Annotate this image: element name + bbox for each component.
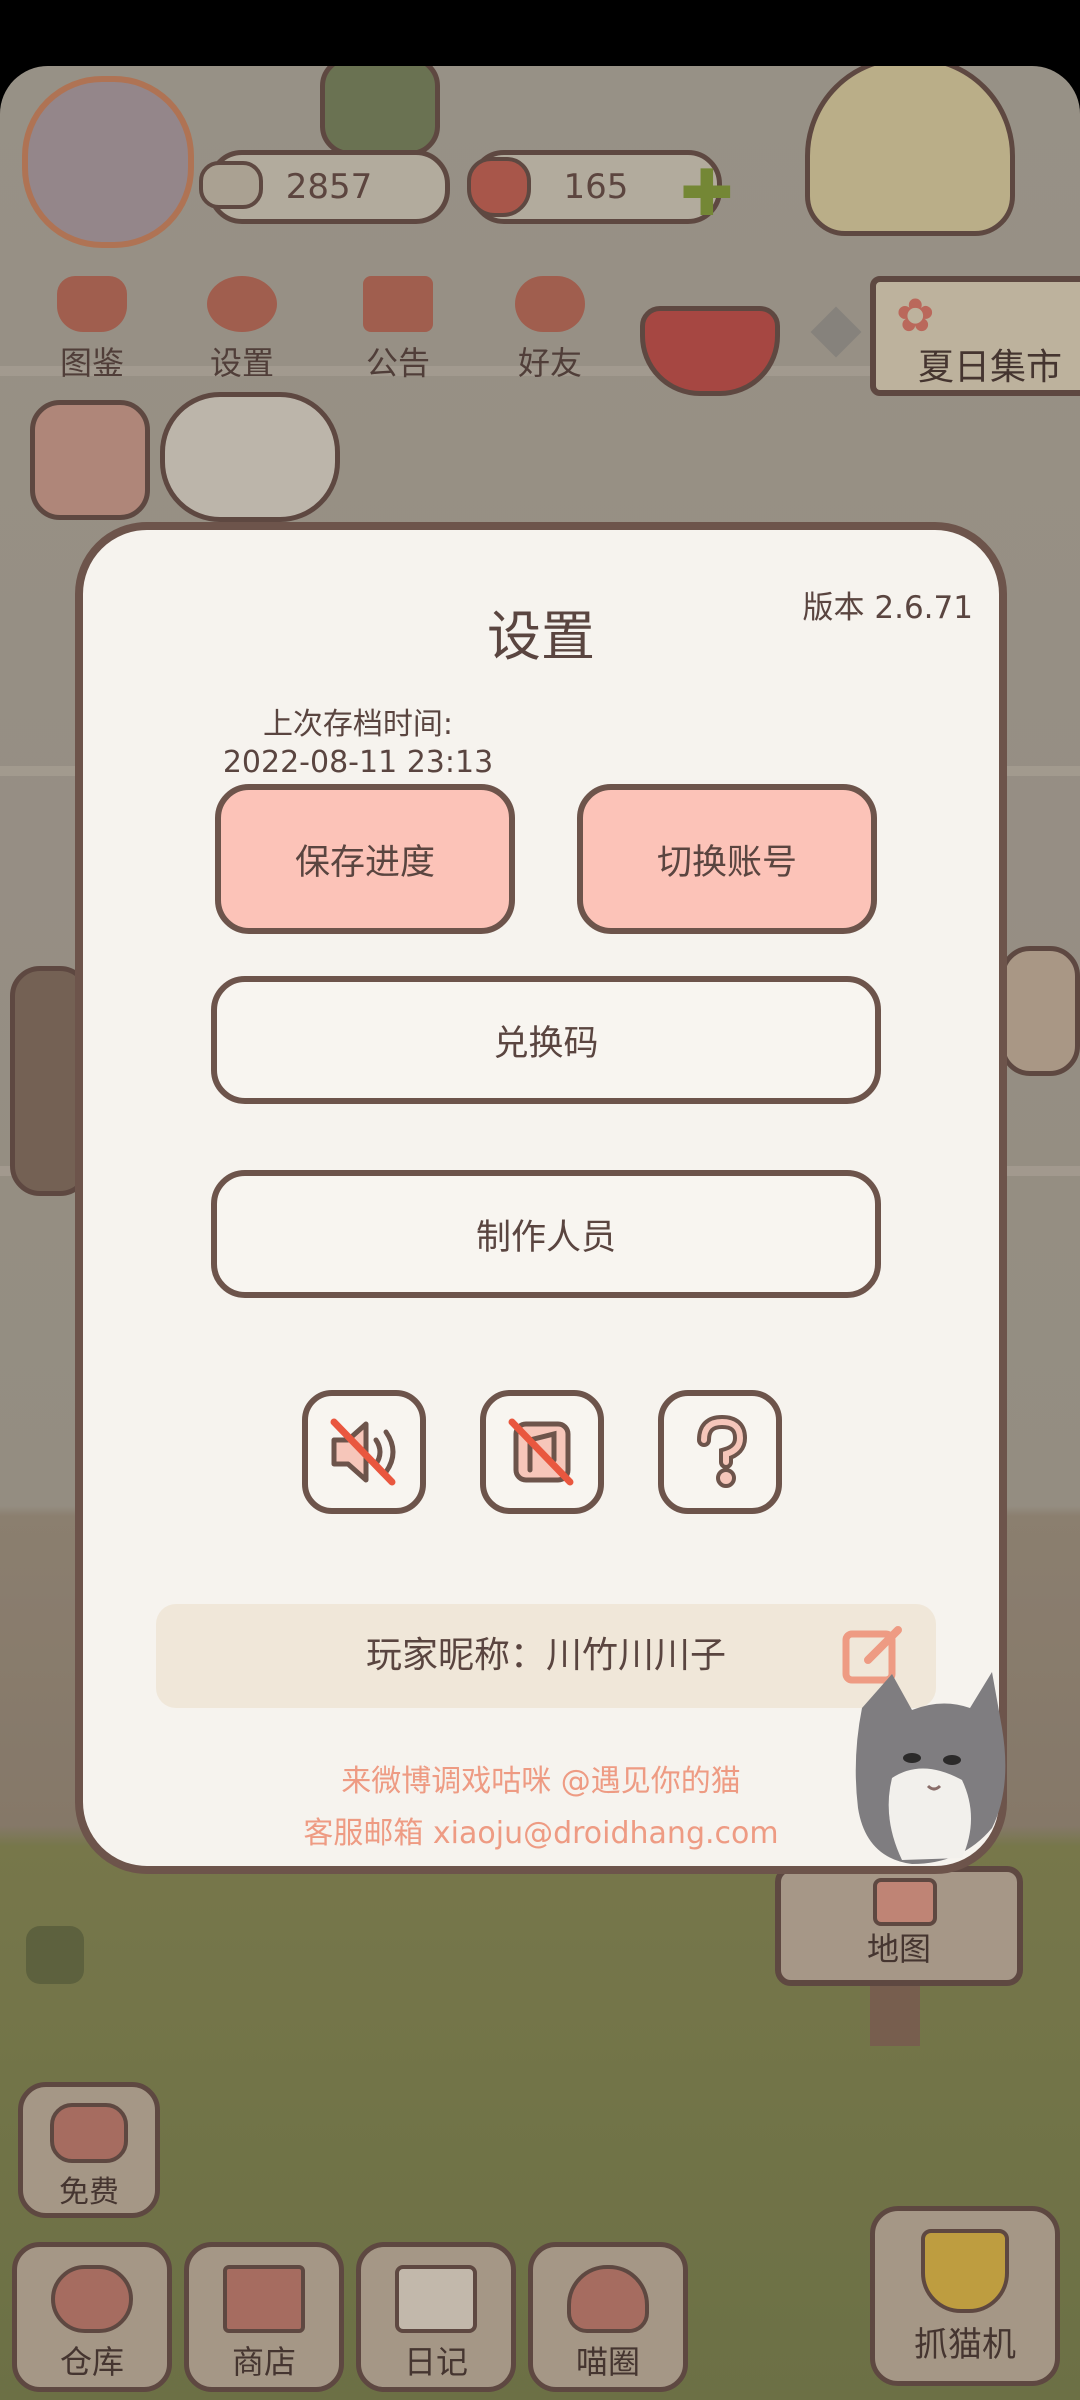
credits-button[interactable]: 制作人员 <box>211 1170 881 1298</box>
nickname-row: 玩家昵称：川竹川川子 <box>156 1604 936 1708</box>
question-mark-icon <box>697 1414 748 1488</box>
last-save-label: 上次存档时间: <box>262 707 454 742</box>
switch-account-button[interactable]: 切换账号 <box>577 784 877 934</box>
cat-photo-sticker <box>855 1672 1006 1864</box>
sound-muted-icon <box>330 1418 396 1486</box>
credits-label: 制作人员 <box>475 1217 616 1258</box>
help-button[interactable] <box>658 1390 782 1514</box>
save-progress-button[interactable]: 保存进度 <box>215 784 515 934</box>
save-progress-label: 保存进度 <box>294 842 435 883</box>
last-save-time: 2022-08-11 23:13 <box>222 745 494 780</box>
redeem-code-button[interactable]: 兑换码 <box>211 976 881 1104</box>
music-muted-icon <box>508 1418 574 1486</box>
music-toggle-button[interactable] <box>480 1390 604 1514</box>
switch-account-label: 切换账号 <box>656 842 797 883</box>
nickname-label: 玩家昵称：川竹川川子 <box>365 1635 726 1676</box>
redeem-code-label: 兑换码 <box>493 1023 599 1064</box>
version-label: 版本 2.6.71 <box>802 590 973 626</box>
last-save-info: 上次存档时间: 2022-08-11 23:13 <box>213 706 503 782</box>
sound-toggle-button[interactable] <box>302 1390 426 1514</box>
